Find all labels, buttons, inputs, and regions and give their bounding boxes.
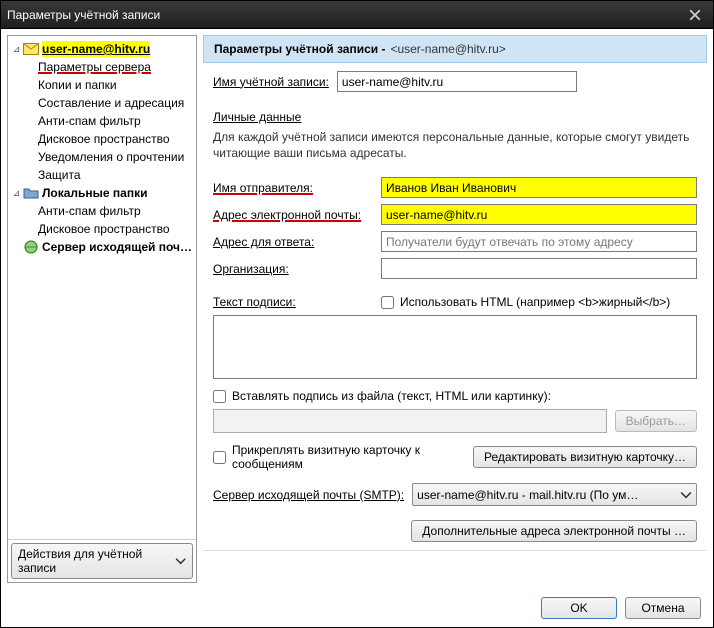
extra-addresses-button[interactable]: Дополнительные адреса электронной почты …: [411, 520, 697, 542]
tree-item-label: Защита: [38, 167, 81, 183]
sig-label: Текст подписи:: [213, 295, 373, 309]
window-title: Параметры учётной записи: [7, 8, 160, 22]
email-label: Адрес электронной почты:: [213, 208, 373, 222]
tree-account-root[interactable]: ⊿ user-name@hitv.ru: [10, 40, 194, 58]
replyto-input[interactable]: [381, 231, 697, 252]
tree-item-label: Составление и адресация: [38, 95, 184, 111]
org-input[interactable]: [381, 258, 697, 279]
twisty-open-icon: ⊿: [12, 189, 21, 198]
globe-icon: [23, 239, 39, 255]
choose-file-button: Выбрать…: [615, 410, 697, 432]
tree-item-label: Уведомления о прочтении: [38, 149, 184, 165]
panel-header: Параметры учётной записи - <user-name@hi…: [203, 35, 707, 63]
sig-html-checkbox[interactable]: [381, 296, 394, 309]
vcard-checkbox[interactable]: [213, 451, 226, 464]
titlebar: Параметры учётной записи: [1, 1, 713, 29]
twisty-open-icon: ⊿: [12, 45, 21, 54]
dialog-window: Параметры учётной записи ⊿ user-name@hit…: [0, 0, 714, 628]
sender-name-input[interactable]: [381, 177, 697, 198]
tree-item-copies[interactable]: Копии и папки: [10, 76, 194, 94]
ok-button[interactable]: OK: [541, 597, 617, 619]
tree-local-folders[interactable]: ⊿ Локальные папки: [10, 184, 194, 202]
signature-textarea[interactable]: [213, 315, 697, 379]
vcard-label: Прикреплять визитную карточку к сообщени…: [232, 443, 432, 471]
tree-smtp[interactable]: ⊿ Сервер исходящей поч…: [10, 238, 194, 256]
sig-file-label: Вставлять подпись из файла (текст, HTML …: [232, 389, 551, 403]
tree-item-compose[interactable]: Составление и адресация: [10, 94, 194, 112]
settings-panel: Параметры учётной записи - <user-name@hi…: [203, 35, 707, 583]
local-folders-label: Локальные папки: [42, 185, 148, 201]
form-area: Имя учётной записи: Личные данные Для ка…: [203, 63, 707, 546]
account-name-input[interactable]: [337, 71, 577, 92]
cancel-button[interactable]: Отмена: [625, 597, 701, 619]
smtp-server-label: Сервер исходящей почты (SMTP):: [213, 488, 404, 502]
tree-item-antispam[interactable]: Анти-спам фильтр: [10, 112, 194, 130]
account-label: user-name@hitv.ru: [42, 41, 150, 57]
tree-item-server-params[interactable]: Параметры сервера: [10, 58, 194, 76]
smtp-label: Сервер исходящей поч…: [42, 239, 192, 255]
folder-icon: [23, 185, 39, 201]
sig-html-label: Использовать HTML (например <b>жирный</b…: [400, 295, 670, 309]
chevron-down-icon: [680, 489, 692, 501]
panel-title: Параметры учётной записи -: [214, 42, 385, 56]
tree-item-label: Анти-спам фильтр: [38, 203, 141, 219]
panel-subtitle: <user-name@hitv.ru>: [390, 42, 505, 56]
personal-section-desc: Для каждой учётной записи имеются персон…: [213, 130, 697, 161]
tree-item-local-antispam[interactable]: Анти-спам фильтр: [10, 202, 194, 220]
sender-name-label: Имя отправителя:: [213, 181, 373, 195]
email-input[interactable]: [381, 204, 697, 225]
close-button[interactable]: [683, 6, 707, 24]
tree-item-disk[interactable]: Дисковое пространство: [10, 130, 194, 148]
tree-item-label: Дисковое пространство: [38, 131, 170, 147]
smtp-server-value: user-name@hitv.ru - mail.hitv.ru (По ум…: [417, 488, 638, 502]
account-tree: ⊿ user-name@hitv.ru Параметры сервера Ко…: [8, 36, 196, 539]
edit-vcard-button[interactable]: Редактировать визитную карточку…: [473, 446, 697, 468]
tree-item-security[interactable]: Защита: [10, 166, 194, 184]
tree-item-label: Дисковое пространство: [38, 221, 170, 237]
replyto-label: Адрес для ответа:: [213, 235, 373, 249]
mail-icon: [23, 41, 39, 57]
tree-item-label: Анти-спам фильтр: [38, 113, 141, 129]
tree-item-receipts[interactable]: Уведомления о прочтении: [10, 148, 194, 166]
org-label: Организация:: [213, 262, 373, 276]
sidebar-footer: Действия для учётной записи: [8, 539, 196, 582]
close-icon: [689, 9, 701, 21]
account-sidebar: ⊿ user-name@hitv.ru Параметры сервера Ко…: [7, 35, 197, 583]
dialog-button-row: OK Отмена: [1, 589, 713, 627]
personal-section-title: Личные данные: [213, 110, 697, 124]
tree-item-local-disk[interactable]: Дисковое пространство: [10, 220, 194, 238]
sig-file-checkbox[interactable]: [213, 390, 226, 403]
account-actions-label: Действия для учётной записи: [18, 547, 175, 575]
chevron-down-icon: [175, 555, 186, 567]
tree-item-label: Параметры сервера: [38, 59, 151, 75]
account-actions-button[interactable]: Действия для учётной записи: [11, 543, 193, 579]
smtp-server-dropdown[interactable]: user-name@hitv.ru - mail.hitv.ru (По ум…: [412, 483, 697, 506]
sig-file-path-input: [213, 409, 607, 433]
tree-item-label: Копии и папки: [38, 77, 117, 93]
account-name-label: Имя учётной записи:: [213, 75, 329, 89]
